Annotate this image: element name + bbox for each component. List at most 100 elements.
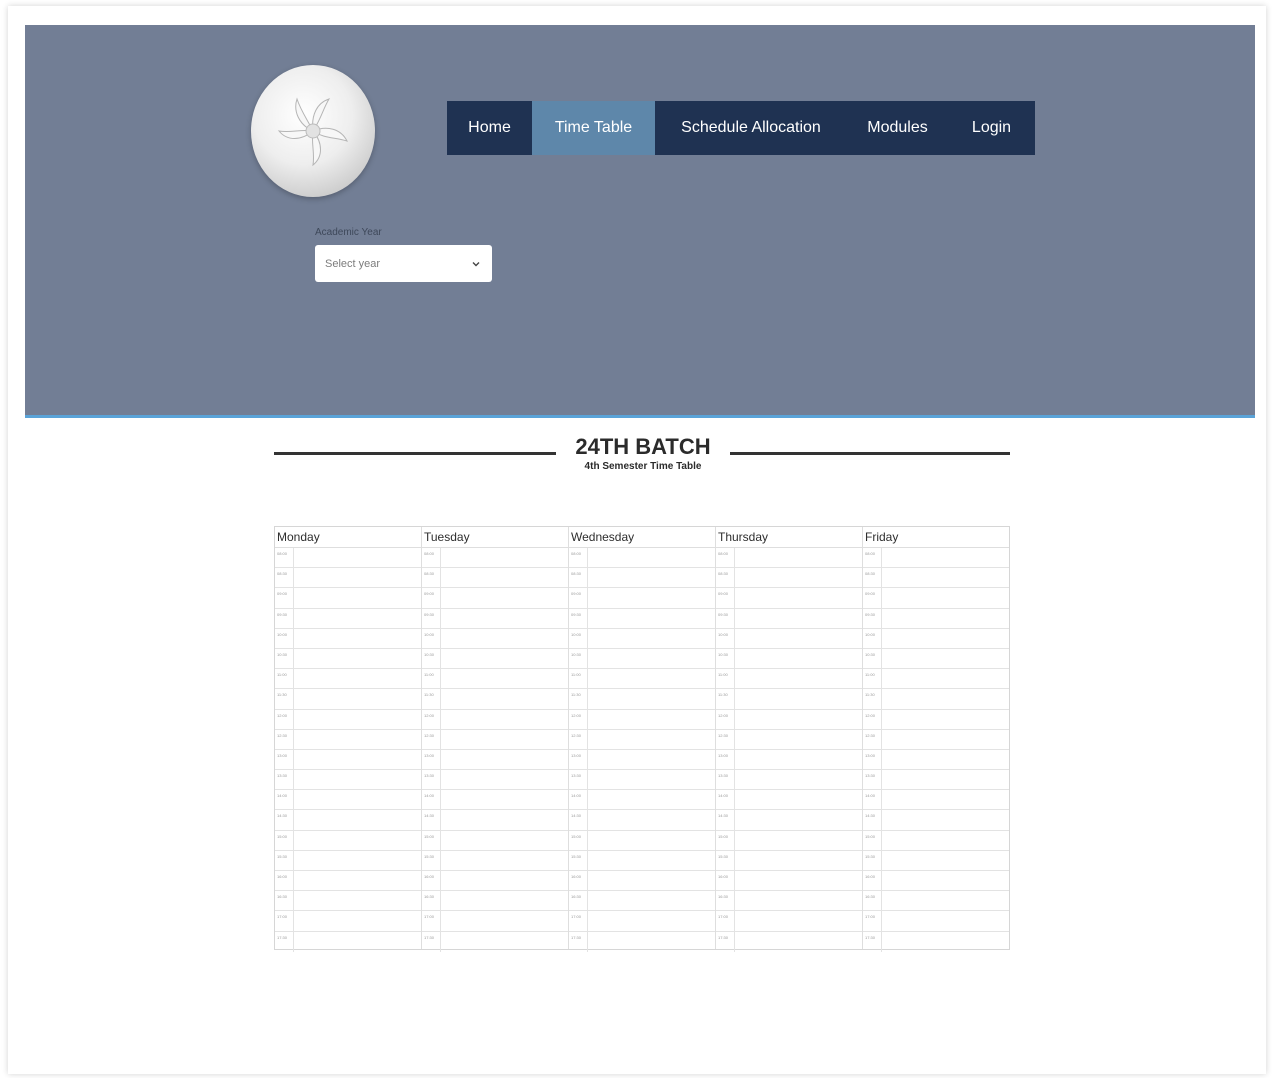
time-slot[interactable]: 12:30 — [863, 729, 1009, 750]
slot-cell[interactable] — [441, 649, 568, 668]
time-slot[interactable]: 11:30 — [422, 689, 568, 710]
time-slot[interactable]: 16:00 — [275, 871, 421, 892]
slot-cell[interactable] — [882, 710, 1009, 729]
time-slot[interactable]: 15:00 — [863, 830, 1009, 851]
time-slot[interactable]: 16:30 — [716, 891, 862, 912]
slot-cell[interactable] — [441, 609, 568, 628]
time-slot[interactable]: 10:00 — [569, 628, 715, 649]
slot-cell[interactable] — [735, 871, 862, 890]
slot-cell[interactable] — [441, 810, 568, 829]
slot-cell[interactable] — [441, 588, 568, 607]
slot-cell[interactable] — [588, 750, 715, 769]
slot-cell[interactable] — [882, 790, 1009, 809]
time-slot[interactable]: 14:00 — [275, 790, 421, 811]
slot-cell[interactable] — [735, 810, 862, 829]
slot-cell[interactable] — [882, 629, 1009, 648]
slot-cell[interactable] — [735, 932, 862, 952]
slot-cell[interactable] — [441, 750, 568, 769]
slot-cell[interactable] — [294, 689, 421, 708]
slot-cell[interactable] — [441, 710, 568, 729]
slot-cell[interactable] — [735, 831, 862, 850]
time-slot[interactable]: 08:30 — [275, 568, 421, 589]
slot-cell[interactable] — [294, 669, 421, 688]
time-slot[interactable]: 16:30 — [422, 891, 568, 912]
slot-cell[interactable] — [882, 871, 1009, 890]
time-slot[interactable]: 14:30 — [863, 810, 1009, 831]
time-slot[interactable]: 17:00 — [569, 911, 715, 932]
slot-cell[interactable] — [882, 588, 1009, 607]
nav-time-table[interactable]: Time Table — [532, 101, 655, 155]
slot-cell[interactable] — [441, 851, 568, 870]
slot-cell[interactable] — [735, 911, 862, 930]
slot-cell[interactable] — [882, 851, 1009, 870]
slot-cell[interactable] — [735, 689, 862, 708]
time-slot[interactable]: 11:00 — [275, 669, 421, 690]
time-slot[interactable]: 11:00 — [422, 669, 568, 690]
slot-cell[interactable] — [294, 730, 421, 749]
time-slot[interactable]: 09:00 — [422, 588, 568, 609]
academic-year-select[interactable]: Select year — [315, 245, 492, 282]
time-slot[interactable]: 16:30 — [275, 891, 421, 912]
slot-cell[interactable] — [882, 548, 1009, 567]
slot-cell[interactable] — [588, 790, 715, 809]
time-slot[interactable]: 13:30 — [422, 770, 568, 791]
time-slot[interactable]: 08:00 — [422, 548, 568, 569]
slot-cell[interactable] — [882, 568, 1009, 587]
time-slot[interactable]: 15:00 — [716, 830, 862, 851]
time-slot[interactable]: 17:30 — [863, 931, 1009, 952]
slot-cell[interactable] — [588, 609, 715, 628]
slot-cell[interactable] — [294, 609, 421, 628]
time-slot[interactable]: 13:30 — [863, 770, 1009, 791]
slot-cell[interactable] — [294, 649, 421, 668]
slot-cell[interactable] — [294, 891, 421, 910]
time-slot[interactable]: 11:30 — [863, 689, 1009, 710]
slot-cell[interactable] — [735, 568, 862, 587]
time-slot[interactable]: 15:00 — [275, 830, 421, 851]
slot-cell[interactable] — [882, 750, 1009, 769]
slot-cell[interactable] — [882, 689, 1009, 708]
slot-cell[interactable] — [735, 649, 862, 668]
time-slot[interactable]: 17:00 — [275, 911, 421, 932]
slot-cell[interactable] — [735, 851, 862, 870]
time-slot[interactable]: 12:30 — [275, 729, 421, 750]
slot-cell[interactable] — [735, 710, 862, 729]
time-slot[interactable]: 11:30 — [569, 689, 715, 710]
time-slot[interactable]: 09:30 — [422, 608, 568, 629]
time-slot[interactable]: 11:30 — [716, 689, 862, 710]
time-slot[interactable]: 11:00 — [716, 669, 862, 690]
time-slot[interactable]: 12:00 — [863, 709, 1009, 730]
time-slot[interactable]: 16:00 — [422, 871, 568, 892]
slot-cell[interactable] — [588, 851, 715, 870]
slot-cell[interactable] — [588, 810, 715, 829]
slot-cell[interactable] — [735, 629, 862, 648]
time-slot[interactable]: 17:00 — [716, 911, 862, 932]
time-slot[interactable]: 15:30 — [569, 850, 715, 871]
slot-cell[interactable] — [588, 911, 715, 930]
slot-cell[interactable] — [294, 770, 421, 789]
time-slot[interactable]: 09:30 — [716, 608, 862, 629]
slot-cell[interactable] — [294, 851, 421, 870]
slot-cell[interactable] — [441, 770, 568, 789]
time-slot[interactable]: 14:00 — [569, 790, 715, 811]
slot-cell[interactable] — [588, 669, 715, 688]
time-slot[interactable]: 13:30 — [716, 770, 862, 791]
time-slot[interactable]: 09:00 — [716, 588, 862, 609]
time-slot[interactable]: 09:00 — [569, 588, 715, 609]
slot-cell[interactable] — [735, 750, 862, 769]
slot-cell[interactable] — [588, 730, 715, 749]
slot-cell[interactable] — [294, 588, 421, 607]
time-slot[interactable]: 13:00 — [569, 749, 715, 771]
slot-cell[interactable] — [882, 831, 1009, 850]
slot-cell[interactable] — [735, 669, 862, 688]
slot-cell[interactable] — [441, 932, 568, 952]
slot-cell[interactable] — [588, 932, 715, 952]
slot-cell[interactable] — [588, 871, 715, 890]
slot-cell[interactable] — [882, 911, 1009, 930]
slot-cell[interactable] — [735, 548, 862, 567]
slot-cell[interactable] — [735, 770, 862, 789]
slot-cell[interactable] — [294, 790, 421, 809]
time-slot[interactable]: 08:00 — [569, 548, 715, 569]
time-slot[interactable]: 09:00 — [275, 588, 421, 609]
time-slot[interactable]: 12:30 — [569, 729, 715, 750]
slot-cell[interactable] — [294, 871, 421, 890]
